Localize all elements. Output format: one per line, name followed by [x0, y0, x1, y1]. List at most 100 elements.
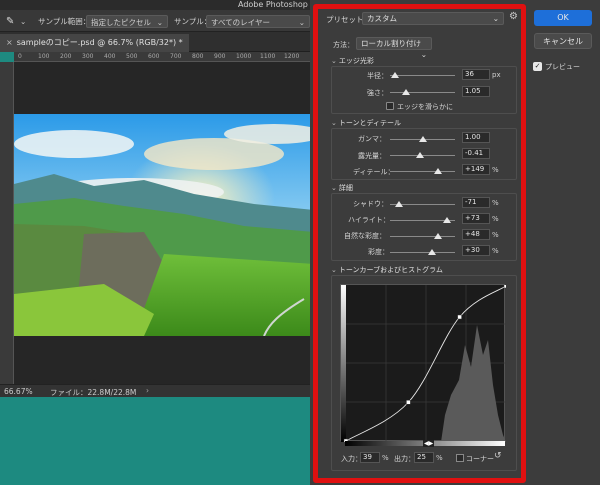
corner-label: コーナー	[466, 455, 494, 463]
method-value: ローカル割り付け	[361, 39, 421, 48]
gamma-label: ガンマ：	[358, 135, 386, 143]
gear-icon[interactable]: ⚙	[509, 11, 518, 22]
radius-label: 半径：	[367, 72, 388, 80]
exposure-input[interactable]: -0.41	[462, 148, 490, 159]
radius-unit: px	[492, 71, 501, 79]
gamma-input[interactable]: 1.00	[462, 132, 490, 143]
gamma-slider-thumb[interactable]	[418, 136, 427, 142]
vibrance-slider-thumb[interactable]	[434, 233, 443, 239]
vibrance-slider-track[interactable]	[390, 236, 455, 237]
input-unit: %	[382, 454, 389, 462]
ruler-tick: 600	[148, 53, 160, 60]
strength-slider-thumb[interactable]	[401, 89, 410, 95]
preview-checkbox[interactable]: ✓	[533, 62, 542, 71]
highlight-input[interactable]: +73	[462, 213, 490, 224]
status-bar: 66.67% ファイル：22.8M/22.8M ›	[0, 384, 314, 397]
curve-control-point[interactable]	[503, 283, 509, 289]
strength-slider-track[interactable]	[390, 92, 455, 93]
ruler-tick: 1000	[236, 53, 252, 60]
tool-preset-chevron-icon[interactable]: ⌄	[20, 15, 26, 28]
output-value-field[interactable]: 25	[414, 452, 434, 463]
detail-unit: %	[492, 166, 499, 174]
sample-select[interactable]: すべてのレイヤー ⌄	[206, 15, 310, 28]
shadow-input[interactable]: -71	[462, 197, 490, 208]
saturation-slider-track[interactable]	[390, 252, 455, 253]
input-value-field[interactable]: 39	[360, 452, 380, 463]
saturation-input[interactable]: +30	[462, 245, 490, 256]
ruler-tick: 1100	[260, 53, 276, 60]
shadow-slider-thumb[interactable]	[395, 201, 404, 207]
preview-label: プレビュー	[545, 63, 580, 71]
ruler-tick: 900	[214, 53, 226, 60]
corner-checkbox[interactable]	[456, 454, 464, 462]
highlight-unit: %	[492, 215, 499, 223]
cancel-button[interactable]: キャンセル	[534, 33, 592, 49]
document-tab[interactable]: × sampleのコピー.psd @ 66.7% (RGB/32*) *	[0, 34, 189, 52]
chevron-down-icon: ⌄	[331, 57, 337, 65]
ruler-tick: 100	[38, 53, 50, 60]
section-edge-glow-title: エッジ光彩	[338, 57, 374, 65]
output-gradient-bar	[341, 285, 346, 442]
ruler-tick: 0	[18, 53, 22, 60]
smooth-edges-checkbox[interactable]	[386, 102, 394, 110]
horizontal-ruler[interactable]: 0 100 200 300 400 500 600 700 800 900 10…	[14, 52, 314, 62]
strength-label: 強さ：	[367, 89, 388, 97]
sample-size-select[interactable]: 指定したピクセル ⌄	[86, 15, 168, 28]
detail-label: ディテール：	[353, 168, 395, 176]
curve-control-point[interactable]	[406, 400, 411, 405]
method-label: 方法：	[333, 41, 354, 49]
shadow-unit: %	[492, 199, 499, 207]
desktop-background	[0, 397, 314, 485]
chevron-down-icon: ⌄	[331, 266, 337, 274]
vertical-ruler[interactable]	[0, 62, 14, 384]
detail-slider-thumb[interactable]	[434, 168, 443, 174]
landscape-photo-graphic	[14, 114, 314, 336]
close-icon[interactable]: ×	[6, 38, 13, 47]
ok-button[interactable]: OK	[534, 10, 592, 26]
saturation-slider-thumb[interactable]	[428, 249, 437, 255]
vibrance-label: 自然な彩度：	[344, 232, 386, 240]
radius-slider-thumb[interactable]	[390, 72, 399, 78]
vibrance-input[interactable]: +48	[462, 229, 490, 240]
exposure-slider-thumb[interactable]	[415, 152, 424, 158]
detail-input[interactable]: +149	[462, 164, 490, 175]
shadow-label: シャドウ：	[353, 200, 388, 208]
output-unit: %	[436, 454, 443, 462]
input-label: 入力：	[341, 455, 362, 463]
saturation-unit: %	[492, 247, 499, 255]
ruler-tick: 500	[126, 53, 138, 60]
radius-slider-track[interactable]	[390, 75, 455, 76]
method-select[interactable]: ローカル割り付け ⌄	[356, 37, 432, 59]
reset-curve-icon[interactable]: ↺	[494, 451, 502, 461]
section-tone-detail-title: トーンとディテール	[338, 119, 402, 127]
radius-input[interactable]: 36	[462, 69, 490, 80]
status-chevron-icon[interactable]: ›	[146, 386, 149, 395]
ruler-tick: 200	[60, 53, 72, 60]
sample-size-label: サンプル範囲：	[38, 17, 91, 26]
detail-slider-track[interactable]	[390, 171, 455, 172]
chevron-down-icon: ⌄	[156, 18, 163, 27]
section-advanced-title: 詳細	[338, 184, 353, 192]
preset-select[interactable]: カスタム ⌄	[362, 12, 504, 25]
sample-size-value: 指定したピクセル	[91, 18, 151, 27]
exposure-label: 露光量：	[358, 152, 386, 160]
histogram	[441, 325, 506, 442]
highlight-slider-thumb[interactable]	[442, 217, 451, 223]
black-white-point-handle[interactable]: ◀▶	[423, 440, 435, 447]
document-tab-label: sampleのコピー.psd @ 66.7% (RGB/32*) *	[16, 38, 183, 47]
chevron-down-icon: ⌄	[331, 119, 337, 127]
preset-value: カスタム	[367, 14, 397, 23]
chevron-down-icon: ⌄	[492, 14, 499, 23]
saturation-label: 彩度：	[368, 248, 389, 256]
highlight-label: ハイライト：	[348, 216, 390, 224]
vibrance-unit: %	[492, 231, 499, 239]
strength-input[interactable]: 1.05	[462, 86, 490, 97]
ruler-tick: 300	[82, 53, 94, 60]
eyedropper-icon[interactable]: ✎	[6, 15, 14, 28]
section-tone-curve-title: トーンカーブおよびヒストグラム	[338, 266, 443, 274]
zoom-level[interactable]: 66.67%	[4, 387, 33, 396]
curve-histogram-graph[interactable]	[340, 283, 509, 444]
landscape-photo[interactable]	[14, 114, 314, 336]
curve-control-point[interactable]	[457, 314, 462, 320]
ruler-tick: 800	[192, 53, 204, 60]
